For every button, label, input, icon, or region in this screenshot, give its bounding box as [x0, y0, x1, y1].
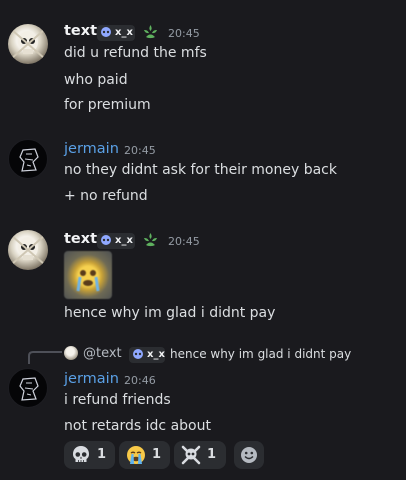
avatar[interactable]: [8, 230, 48, 270]
clan-tag-label: x_x: [115, 235, 133, 246]
reply-spine: [28, 351, 62, 364]
timestamp[interactable]: 20:46: [124, 374, 156, 387]
timestamp[interactable]: 20:45: [168, 27, 200, 40]
clan-tag-label: x_x: [115, 27, 133, 38]
reaction-count: 1: [207, 447, 217, 462]
skull-crossbones-icon: [181, 445, 201, 465]
username[interactable]: text: [64, 23, 97, 39]
message-text: not retards idc about: [64, 418, 211, 434]
add-reaction-smile-icon: [241, 447, 257, 463]
timestamp[interactable]: 20:45: [124, 144, 156, 157]
avatar[interactable]: [8, 368, 48, 408]
message-text: for premium: [64, 97, 151, 113]
clan-tag[interactable]: x_x: [97, 25, 135, 41]
username[interactable]: jermain: [64, 371, 119, 387]
crying-emoji-image[interactable]: [64, 251, 112, 299]
reaction-count: 1: [97, 447, 107, 462]
reaction-skull-crossbones[interactable]: 1: [174, 441, 226, 469]
tag-skull-icon: [101, 27, 111, 37]
avatar[interactable]: [8, 24, 48, 64]
tag-skull-icon: [133, 349, 143, 359]
avatar[interactable]: [8, 139, 48, 179]
message-text: hence why im glad i didnt pay: [64, 305, 276, 321]
timestamp[interactable]: 20:45: [168, 235, 200, 248]
reply-avatar[interactable]: [64, 346, 78, 360]
reply-clan-tag[interactable]: x_x: [129, 347, 165, 363]
reply-author[interactable]: @text: [83, 346, 122, 361]
reaction-count: 1: [152, 447, 162, 462]
nitro-badge-icon[interactable]: [142, 24, 159, 45]
message-text: did u refund the mfs: [64, 45, 207, 61]
reaction-sob[interactable]: 1: [119, 441, 170, 469]
skull-icon: [73, 446, 89, 462]
tag-skull-icon: [101, 235, 111, 245]
add-reaction-button[interactable]: [234, 441, 264, 469]
nitro-badge-icon[interactable]: [142, 232, 159, 253]
message-text: who paid: [64, 72, 128, 88]
clan-tag-label: x_x: [147, 349, 165, 360]
clan-tag[interactable]: x_x: [97, 233, 135, 249]
message-text: no they didnt ask for their money back: [64, 162, 337, 178]
message-text: + no refund: [64, 188, 148, 204]
username[interactable]: jermain: [64, 141, 119, 157]
reaction-skull[interactable]: 1: [64, 441, 115, 469]
reply-preview-text[interactable]: hence why im glad i didnt pay: [170, 347, 351, 361]
sob-icon: [127, 446, 145, 464]
message-text: i refund friends: [64, 392, 171, 408]
username[interactable]: text: [64, 231, 97, 247]
